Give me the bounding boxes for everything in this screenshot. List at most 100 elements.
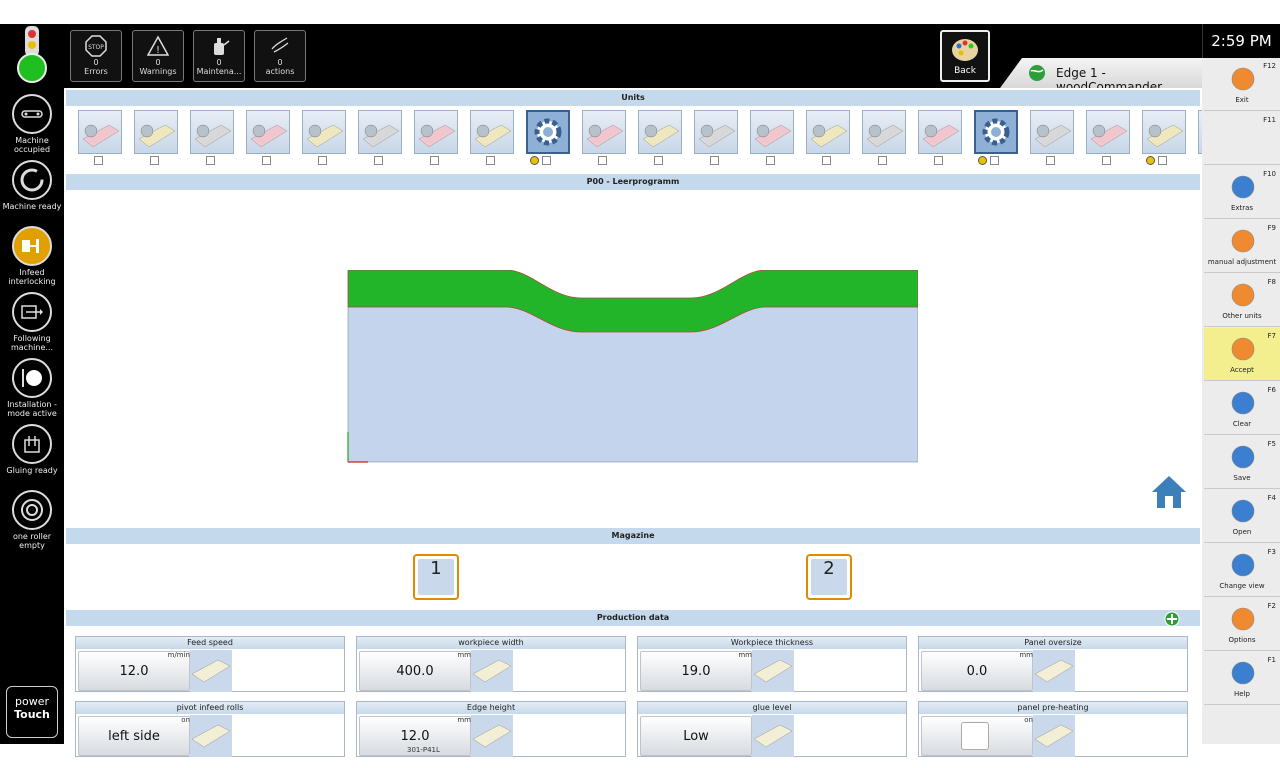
warnings-count: 0 — [155, 58, 161, 67]
fkey-f4[interactable]: F4 Open — [1204, 490, 1280, 543]
unit-checkbox[interactable] — [318, 156, 327, 165]
tile-value[interactable]: Low — [640, 716, 752, 756]
unit-10[interactable] — [582, 110, 626, 166]
unit-20[interactable] — [1142, 110, 1186, 166]
production-tile[interactable]: glue level Low — [637, 701, 907, 757]
unit-2[interactable] — [134, 110, 178, 166]
profile-canvas[interactable] — [346, 270, 918, 464]
production-tile[interactable]: workpiece width 400.0 mm — [356, 636, 626, 692]
manual-adjustment-icon — [1229, 228, 1257, 254]
production-tile[interactable]: Panel oversize 0.0 mm — [918, 636, 1188, 692]
unit-17[interactable] — [974, 110, 1018, 166]
unit-16[interactable] — [918, 110, 962, 166]
unit-5[interactable] — [302, 110, 346, 166]
clear-icon — [1229, 390, 1257, 416]
unit-checkbox[interactable] — [710, 156, 719, 165]
unit-checkbox[interactable] — [262, 156, 271, 165]
status-roller-empty[interactable]: one roller empty — [0, 490, 64, 550]
unit-checkbox[interactable] — [934, 156, 943, 165]
unit-icon — [134, 110, 178, 154]
fkey-f6[interactable]: F6 Clear — [1204, 382, 1280, 435]
unit-checkbox[interactable] — [150, 156, 159, 165]
unit-checkbox[interactable] — [1046, 156, 1055, 165]
unit-14[interactable] — [806, 110, 850, 166]
unit-checkbox[interactable] — [430, 156, 439, 165]
fkey-f2[interactable]: F2 Options — [1204, 598, 1280, 651]
unit-icon — [582, 110, 626, 154]
status-machine-occupied[interactable]: Machine occupied — [0, 94, 64, 154]
unit-icon — [750, 110, 794, 154]
exit-icon — [1229, 66, 1257, 92]
status-infeed-interlocking[interactable]: Infeed interlocking — [0, 226, 64, 286]
unit-6[interactable] — [358, 110, 402, 166]
unit-13[interactable] — [750, 110, 794, 166]
production-tile[interactable]: Edge height 12.0 mm 301-P41L — [356, 701, 626, 757]
production-tile[interactable]: Workpiece thickness 19.0 mm — [637, 636, 907, 692]
unit-7[interactable] — [414, 110, 458, 166]
status-gluing-ready[interactable]: Gluing ready — [0, 424, 64, 475]
add-icon[interactable] — [1162, 611, 1182, 627]
unit-12[interactable] — [694, 110, 738, 166]
production-tile[interactable]: Feed speed 12.0 m/min — [75, 636, 345, 692]
unit-icon — [470, 110, 514, 154]
fkey-f5[interactable]: F5 Save — [1204, 436, 1280, 489]
preheating-toggle[interactable] — [961, 722, 989, 750]
help-icon — [1229, 660, 1257, 686]
fkey-f8[interactable]: F8 Other units — [1204, 274, 1280, 327]
unit-checkbox[interactable] — [94, 156, 103, 165]
unit-checkbox[interactable] — [990, 156, 999, 165]
unit-checkbox[interactable] — [1158, 156, 1167, 165]
fkey-label: F7 — [1267, 332, 1276, 340]
unit-checkbox[interactable] — [374, 156, 383, 165]
unit-icon — [638, 110, 682, 154]
fkey-f1[interactable]: F1 Help — [1204, 652, 1280, 705]
fkey-f3[interactable]: F3 Change view — [1204, 544, 1280, 597]
fkey-f12[interactable]: F12 Exit — [1204, 58, 1280, 111]
window-tab[interactable]: Edge 1 - woodCommander — [1000, 58, 1202, 88]
production-tile[interactable]: panel pre-heating on — [918, 701, 1188, 757]
unit-checkbox[interactable] — [822, 156, 831, 165]
fkey-f11[interactable]: F11 — [1204, 112, 1280, 165]
status-machine-ready[interactable]: Machine ready — [0, 160, 64, 211]
unit-checkbox[interactable] — [598, 156, 607, 165]
warnings-button[interactable]: ! 0 Warnings — [132, 30, 184, 82]
powertouch-logo[interactable]: power Touch — [6, 686, 58, 738]
unit-checkbox[interactable] — [654, 156, 663, 165]
status-installation-mode[interactable]: Installation - mode active — [0, 358, 64, 418]
brand-line-1: power — [15, 695, 49, 708]
home-icon[interactable] — [1150, 474, 1188, 514]
clock: 2:59 PM — [1202, 24, 1280, 58]
unit-3[interactable] — [190, 110, 234, 166]
unit-9[interactable] — [526, 110, 570, 166]
magazine-2-button[interactable]: 2 — [806, 554, 852, 600]
fkey-f10[interactable]: F10 Extras — [1204, 166, 1280, 219]
unit-4[interactable] — [246, 110, 290, 166]
unit-icon — [302, 110, 346, 154]
unit-icon — [918, 110, 962, 154]
maintenance-button[interactable]: 0 Maintena... — [193, 30, 245, 82]
magazine-1-button[interactable]: 1 — [413, 554, 459, 600]
unit-checkbox[interactable] — [766, 156, 775, 165]
unit-15[interactable] — [862, 110, 906, 166]
fkey-f9[interactable]: F9 manual adjustment — [1204, 220, 1280, 273]
fkey-name: Change view — [1219, 582, 1265, 590]
unit-icon — [694, 110, 738, 154]
errors-button[interactable]: STOP 0 Errors — [70, 30, 122, 82]
unit-18[interactable] — [1030, 110, 1074, 166]
unit-1[interactable] — [78, 110, 122, 166]
status-following-machine[interactable]: Following machine... — [0, 292, 64, 352]
production-tile[interactable]: pivot infeed rolls left side on — [75, 701, 345, 757]
back-button[interactable]: Back — [940, 30, 990, 82]
unit-checkbox[interactable] — [486, 156, 495, 165]
unit-checkbox[interactable] — [1102, 156, 1111, 165]
unit-19[interactable] — [1086, 110, 1130, 166]
oilcan-icon — [214, 38, 230, 55]
unit-checkbox[interactable] — [878, 156, 887, 165]
tile-unit: mm — [457, 716, 471, 724]
fkey-f7[interactable]: F7 Accept — [1204, 328, 1280, 381]
unit-11[interactable] — [638, 110, 682, 166]
actions-button[interactable]: 0 actions — [254, 30, 306, 82]
unit-checkbox[interactable] — [206, 156, 215, 165]
unit-checkbox[interactable] — [542, 156, 551, 165]
unit-8[interactable] — [470, 110, 514, 166]
